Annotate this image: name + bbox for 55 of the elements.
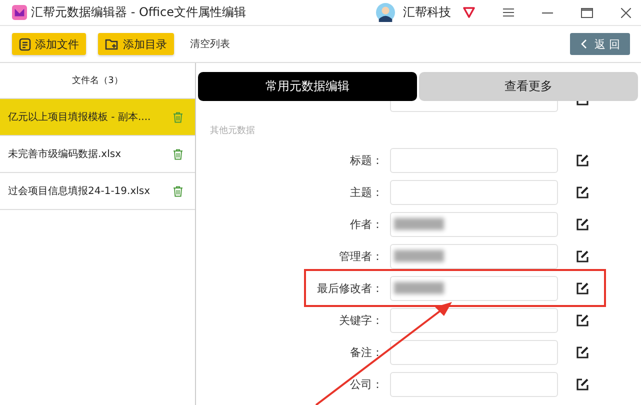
add-folder-button[interactable]: 添加目录 [98, 33, 174, 55]
field-label: 最后修改者： [316, 280, 383, 296]
blurred-value [394, 282, 444, 294]
file-item[interactable]: 未完善市级编码数据.xlsx [0, 136, 195, 173]
field-label: 标题： [349, 152, 383, 168]
edit-icon[interactable] [576, 218, 589, 230]
chevron-left-icon [580, 39, 586, 49]
input-field[interactable] [390, 212, 558, 236]
clear-list-button[interactable]: 清空列表 [186, 37, 234, 51]
input-field[interactable] [390, 340, 558, 364]
field-label: 备注： [349, 344, 383, 360]
avatar-icon[interactable] [376, 3, 395, 22]
input-field[interactable] [390, 244, 558, 268]
edit-icon[interactable] [576, 154, 589, 166]
window-title: 汇帮元数据编辑器 - Office文件属性编辑 [31, 4, 246, 21]
edit-icon[interactable] [576, 101, 589, 106]
file-name: 过会项目信息填报24-1-19.xlsx [8, 184, 150, 198]
folder-plus-icon [105, 38, 119, 50]
file-name: 未完善市级编码数据.xlsx [8, 148, 122, 161]
edit-icon[interactable] [576, 282, 589, 294]
section-heading: 其他元数据 [209, 124, 256, 138]
input-field[interactable] [390, 148, 558, 172]
edit-icon[interactable] [576, 378, 589, 390]
user-name[interactable]: 汇帮科技 [403, 4, 451, 21]
maximize-icon[interactable] [581, 8, 593, 18]
edit-icon[interactable] [576, 250, 589, 262]
delete-icon[interactable] [173, 148, 183, 160]
input-field[interactable] [390, 308, 558, 332]
field-label: 公司： [349, 376, 383, 392]
file-item[interactable]: 过会项目信息填报24-1-19.xlsx [0, 173, 195, 210]
minimize-icon[interactable] [542, 12, 553, 14]
field-label: 作者： [349, 216, 383, 232]
edit-icon[interactable] [576, 346, 589, 358]
add-file-button[interactable]: 添加文件 [12, 33, 86, 55]
field-label: 管理者： [338, 248, 383, 264]
input-field[interactable] [390, 276, 558, 300]
file-item[interactable]: 亿元以上项目填报模板 - 副本.... [0, 99, 195, 136]
blurred-value [394, 218, 444, 230]
delete-icon[interactable] [173, 186, 183, 196]
edit-icon[interactable] [576, 186, 589, 198]
menu-icon[interactable] [503, 8, 514, 17]
document-icon [19, 38, 31, 50]
tab[interactable]: 查看更多 [419, 72, 638, 101]
input-field[interactable] [390, 372, 558, 396]
tab[interactable]: 常用元数据编辑 [198, 72, 417, 101]
field-label: 主题： [349, 184, 383, 200]
field-label: 关键字： [338, 312, 383, 328]
app-logo-icon [12, 5, 27, 20]
edit-icon[interactable] [576, 314, 589, 326]
blurred-value [394, 250, 444, 262]
back-button[interactable]: 返 回 [570, 33, 630, 55]
input-field[interactable] [390, 180, 558, 204]
close-icon[interactable] [621, 8, 631, 18]
file-name: 亿元以上项目填报模板 - 副本.... [8, 110, 151, 124]
vip-icon[interactable] [463, 7, 475, 18]
